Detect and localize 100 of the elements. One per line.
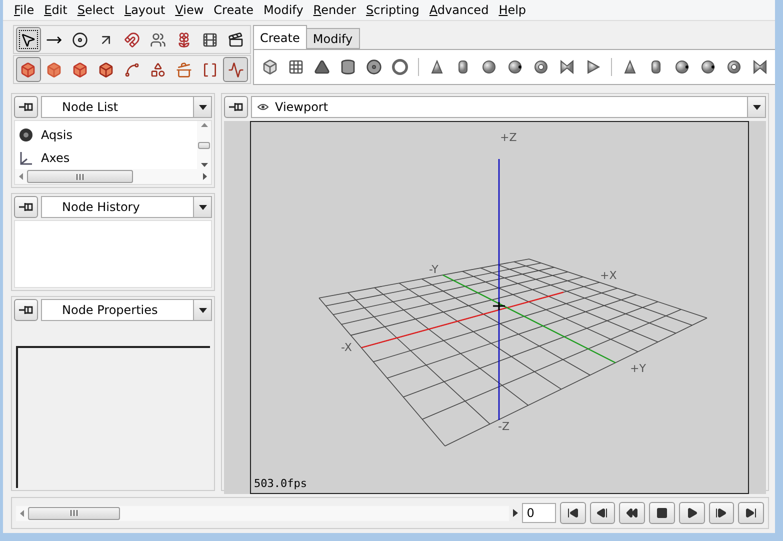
magnet-icon [124,32,140,48]
curve-icon [124,62,140,78]
torus-icon [533,59,549,75]
dropdown-label: Node Properties [61,303,159,317]
cursor-icon [20,32,36,48]
cube-icon [98,62,114,78]
caret-icon [198,204,206,210]
torus-icon [726,59,742,75]
cube-icon [262,59,278,75]
sphere-icon [700,59,716,75]
step-forward-icon [715,507,728,519]
pin-icon [18,102,34,112]
scroll-thumb[interactable] [198,142,210,148]
step-back-icon [596,507,608,519]
play-icon [686,507,698,519]
dropdown-label: Node History [61,200,141,214]
ring-icon [72,32,88,48]
grip-icon [76,174,84,180]
menu-item[interactable]: Render [308,3,362,17]
pin-icon [18,305,34,315]
axis-label: -Y [429,263,438,276]
axis-label: +Z [500,131,517,144]
crosshair-icon [492,301,506,311]
playback-button[interactable] [619,502,646,524]
fps-counter: 503.0fps [254,477,307,490]
menu-item[interactable]: Help [494,3,532,17]
scroll-left-icon [19,173,23,180]
pin-icon [228,102,244,112]
grip-icon [70,510,78,516]
pin-button[interactable] [14,96,38,118]
dropdown-arrow-button[interactable] [747,97,765,117]
eye-icon [257,103,269,111]
pin-button[interactable] [224,96,248,118]
horizontal-scrollbar[interactable] [16,506,509,520]
teapot-icon [176,62,192,78]
menu-item[interactable]: Scripting [361,3,424,17]
axis-label: +Y [630,362,646,375]
horizontal-scrollbar[interactable] [15,169,211,184]
list-item[interactable]: Axes [19,146,197,169]
pin-button[interactable] [14,196,38,218]
playback-button[interactable] [590,502,616,524]
frame-field[interactable]: 0 [522,503,556,523]
node-name: Axes [41,150,70,164]
scroll-right-icon [203,173,207,180]
playback-button[interactable] [708,502,734,524]
menu-item[interactable]: Advanced [424,3,494,17]
list-item[interactable]: Aqsis [19,123,197,146]
playback-button[interactable] [738,502,764,524]
vertical-scrollbar[interactable] [197,121,211,169]
camera-lens-icon [19,128,33,142]
panel-dropdown[interactable]: Node Properties [41,299,212,321]
node-name: Aqsis [41,128,72,142]
cube-icon [72,62,88,78]
rewind-icon [626,507,638,519]
menu-item[interactable]: Select [72,3,120,17]
arrow-icon [512,509,518,517]
flower-icon [176,32,192,48]
dropdown-arrow-button[interactable] [193,197,211,217]
toolbar-button[interactable] [223,57,248,82]
playback-button[interactable] [649,502,675,524]
menu-item[interactable]: Modify [258,3,308,17]
cube-icon [20,62,36,78]
menu-item[interactable]: Create [208,3,259,17]
axis-label: +X [600,269,617,282]
bracket-icon [202,62,218,78]
stop-icon [656,507,668,519]
tab[interactable]: Create [253,25,307,49]
film-icon [202,32,218,48]
menu-item[interactable]: View [170,3,209,17]
panel-dropdown[interactable]: Viewport [251,96,766,118]
pin-button[interactable] [14,299,38,321]
people-icon [150,32,166,48]
cylinder-icon [340,59,356,75]
scroll-down-icon [200,163,208,167]
panel-dropdown[interactable]: Node List [41,96,212,118]
clapperboard-icon [228,32,244,48]
pin-icon [18,202,34,212]
menu-item[interactable]: Edit [39,3,72,17]
menu-item[interactable]: File [9,3,40,17]
graph-icon [228,62,244,78]
playback-button[interactable] [678,502,705,524]
sphere-icon [481,59,497,75]
tab[interactable]: Modify [306,28,360,49]
toolbar-button[interactable] [16,27,41,52]
dropdown-label: Node List [61,100,120,114]
axis-label: -X [341,341,352,354]
dropdown-arrow-button[interactable] [193,300,211,320]
grid-icon [288,59,304,75]
sphere-icon [674,59,690,75]
playback-button[interactable] [560,502,586,524]
menu-item[interactable]: Layout [119,3,170,17]
cone-icon [314,59,330,75]
skip-forward-icon [745,507,758,519]
scroll-left-icon [20,510,24,516]
scroll-up-icon [200,123,208,127]
panel-dropdown[interactable]: Node History [41,196,212,218]
dropdown-arrow-button[interactable] [193,97,211,117]
shapes-icon [150,62,166,78]
caret-icon [198,104,206,110]
skip-back-icon [566,507,579,519]
